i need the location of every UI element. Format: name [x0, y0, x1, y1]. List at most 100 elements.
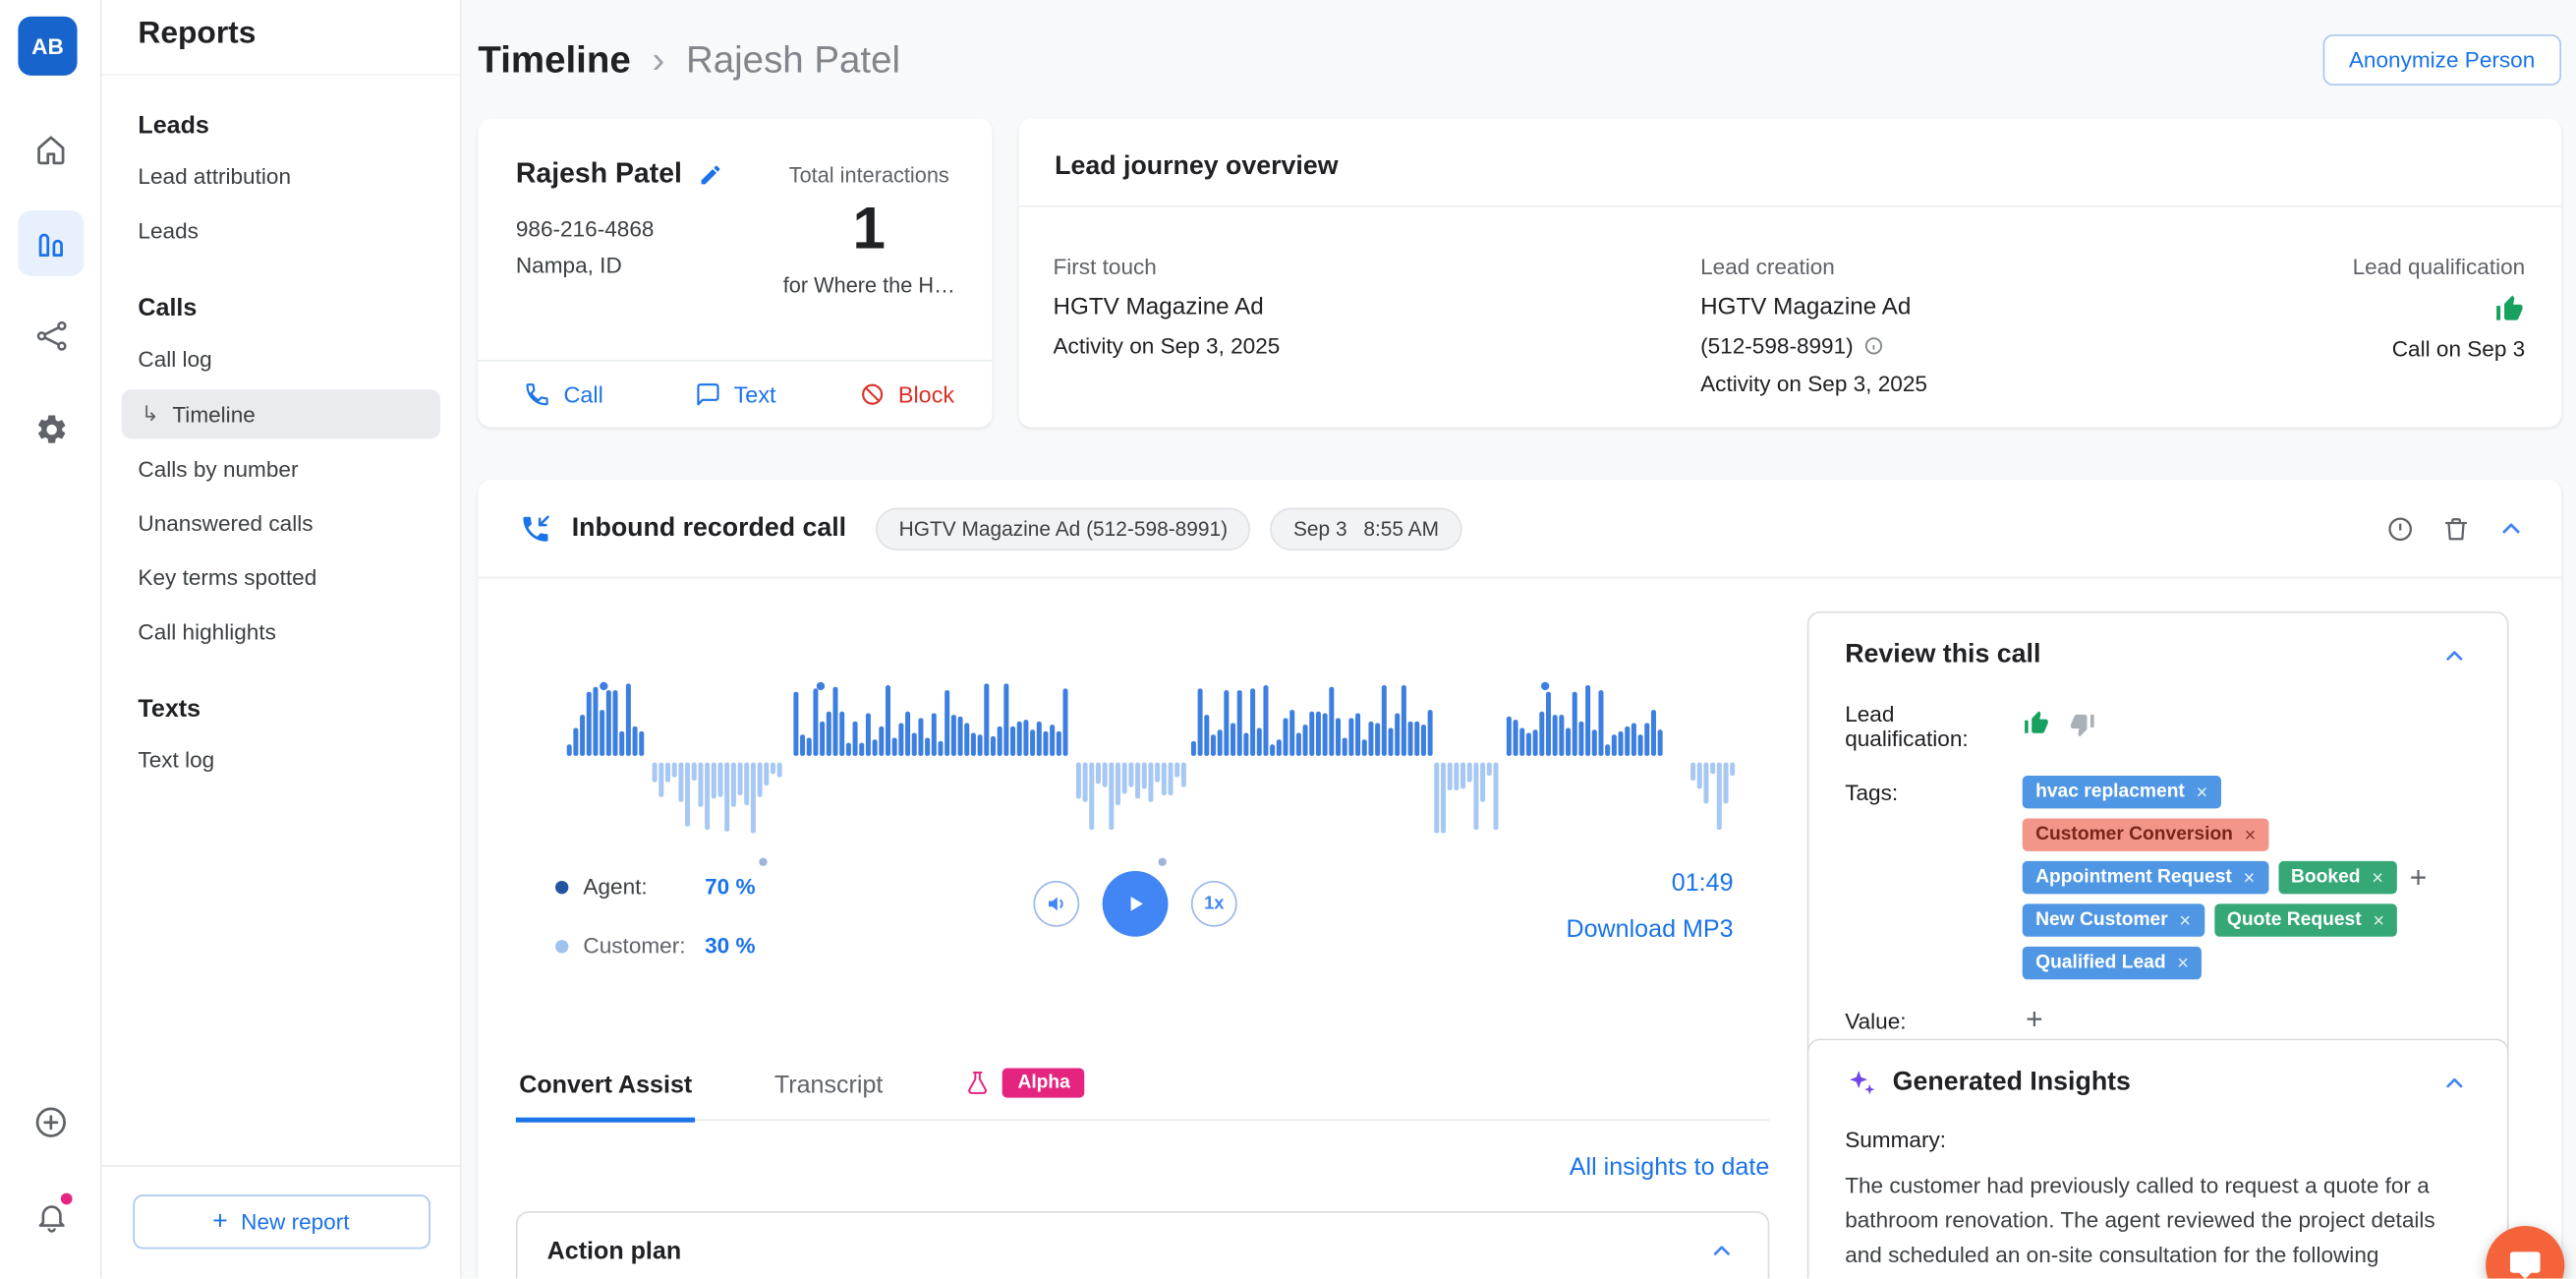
- audio-player-controls: 1x: [1033, 871, 1236, 937]
- lead-creation-number: (512-598-8991): [1700, 333, 1854, 358]
- tag-new-customer[interactable]: New Customer×: [2023, 903, 2204, 936]
- breadcrumb-timeline[interactable]: Timeline: [478, 37, 630, 82]
- settings-gear-icon[interactable]: [18, 396, 84, 462]
- remove-tag-icon[interactable]: ×: [2179, 908, 2191, 931]
- lead-creation-column: Lead creation HGTV Magazine Ad (512-598-…: [1700, 255, 1927, 409]
- reports-icon[interactable]: [18, 210, 84, 276]
- notification-badge-dot: [61, 1193, 73, 1205]
- remove-tag-icon[interactable]: ×: [2372, 866, 2383, 889]
- collapse-chevron-up-icon[interactable]: [2493, 511, 2528, 546]
- avatar[interactable]: AB: [18, 17, 77, 76]
- tag-qualified-lead[interactable]: Qualified Lead×: [2023, 947, 2203, 979]
- qualification-label: Lead qualification:: [1845, 697, 2023, 751]
- block-icon: [859, 381, 886, 408]
- phone-icon: [524, 381, 550, 408]
- edit-pencil-icon[interactable]: [699, 162, 723, 187]
- icon-rail: AB: [0, 0, 102, 1279]
- add-tag-button[interactable]: +: [2406, 863, 2430, 893]
- call-datetime-pill[interactable]: Sep 3 8:55 AM: [1271, 507, 1462, 550]
- play-button[interactable]: [1103, 871, 1169, 937]
- person-name: Rajesh Patel: [516, 157, 682, 190]
- sparkle-icon: [1845, 1067, 1877, 1099]
- review-collapse-icon[interactable]: [2438, 639, 2471, 671]
- agent-percent: 70 %: [705, 874, 755, 899]
- plus-icon: +: [212, 1207, 228, 1237]
- call-source-pill[interactable]: HGTV Magazine Ad (512-598-8991): [876, 507, 1250, 550]
- call-date: Sep 3: [1293, 517, 1347, 540]
- breadcrumb: Timeline › Rajesh Patel: [478, 37, 900, 82]
- customer-legend: Customer: 30 %: [555, 933, 756, 958]
- qualify-thumbs-up-icon[interactable]: [2023, 710, 2050, 737]
- customer-dot-icon: [555, 939, 568, 952]
- waveform-marker-dot: [600, 682, 607, 690]
- agent-legend: Agent: 70 %: [555, 874, 756, 899]
- first-touch-activity: Activity on Sep 3, 2025: [1053, 333, 1280, 358]
- add-circle-icon[interactable]: [18, 1089, 84, 1155]
- action-plan-title: Action plan: [547, 1237, 682, 1264]
- sidebar-item-leads[interactable]: Leads: [102, 203, 460, 258]
- value-label: Value:: [1845, 1004, 2023, 1033]
- thumbs-up-icon: [2353, 294, 2526, 325]
- tab-convert-assist[interactable]: Convert Assist: [516, 1064, 696, 1123]
- action-plan-panel: Action plan 1. Confirm the on-site consu…: [516, 1211, 1769, 1279]
- first-touch-column: First touch HGTV Magazine Ad Activity on…: [1053, 255, 1280, 372]
- waveform[interactable]: [567, 673, 1737, 877]
- tag-quote-request[interactable]: Quote Request×: [2214, 903, 2398, 936]
- new-report-button[interactable]: + New report: [133, 1194, 430, 1249]
- call-button[interactable]: Call: [478, 362, 649, 428]
- sidebar-item-call-highlights[interactable]: Call highlights: [102, 605, 460, 659]
- alpha-badge: Alpha: [1002, 1069, 1085, 1098]
- sidebar-item-lead-attribution[interactable]: Lead attribution: [102, 149, 460, 203]
- total-interactions: Total interactions 1 for Where the H…: [769, 162, 969, 297]
- remove-tag-icon[interactable]: ×: [2245, 823, 2257, 845]
- integrations-icon[interactable]: [18, 303, 84, 369]
- report-problem-icon[interactable]: [2382, 510, 2419, 547]
- delete-trash-icon[interactable]: [2438, 510, 2475, 547]
- add-value-button[interactable]: +: [2023, 1004, 2046, 1033]
- remove-tag-icon[interactable]: ×: [2373, 908, 2384, 931]
- tag-appointment-request[interactable]: Appointment Request×: [2023, 861, 2268, 894]
- inbound-call-icon: [519, 512, 551, 545]
- tag-hvac-replacment[interactable]: hvac replacment×: [2023, 776, 2221, 808]
- home-icon[interactable]: [18, 117, 84, 183]
- sidebar-item-key-terms-spotted[interactable]: Key terms spotted: [102, 551, 460, 605]
- tag-booked[interactable]: Booked×: [2278, 861, 2397, 894]
- action-plan-collapse-icon[interactable]: [1705, 1234, 1738, 1266]
- lead-journey-card: Lead journey overview First touch HGTV M…: [1018, 118, 2561, 427]
- waveform-marker-dot: [759, 858, 767, 866]
- sidebar-item-unanswered-calls[interactable]: Unanswered calls: [102, 496, 460, 551]
- recorded-call-card: Inbound recorded call HGTV Magazine Ad (…: [478, 480, 2561, 1278]
- tab-transcript[interactable]: Transcript: [772, 1064, 887, 1118]
- insights-collapse-icon[interactable]: [2438, 1067, 2471, 1099]
- call-tabs: Convert Assist Transcript Alpha: [516, 1064, 1769, 1122]
- all-insights-link[interactable]: All insights to date: [1570, 1153, 1770, 1181]
- waveform-marker-dot: [817, 682, 825, 690]
- download-mp3-link[interactable]: Download MP3: [1567, 915, 1734, 943]
- block-button[interactable]: Block: [821, 362, 992, 428]
- total-interactions-value: 1: [769, 194, 969, 262]
- sidebar-item-call-log[interactable]: Call log: [102, 332, 460, 386]
- sidebar-item-calls-by-number[interactable]: Calls by number: [102, 442, 460, 496]
- remove-tag-icon[interactable]: ×: [2244, 866, 2256, 889]
- person-card: Rajesh Patel 986-216-4868 Nampa, ID Tota…: [478, 118, 992, 427]
- anonymize-person-button[interactable]: Anonymize Person: [2322, 33, 2561, 85]
- remove-tag-icon[interactable]: ×: [2177, 952, 2189, 974]
- waveform-marker-dot: [1541, 682, 1549, 690]
- qualify-thumbs-down-icon[interactable]: [2069, 710, 2096, 737]
- info-icon[interactable]: [1863, 335, 1885, 357]
- sidebar-item-timeline[interactable]: ↳ Timeline: [122, 389, 440, 438]
- page-header: Timeline › Rajesh Patel Anonymize Person: [478, 0, 2561, 118]
- sidebar-title: Reports: [102, 0, 460, 76]
- text-button[interactable]: Text: [650, 362, 821, 428]
- chat-bubble-icon: [694, 381, 720, 408]
- tags-list: hvac replacment× Customer Conversion× Ap…: [2023, 776, 2471, 979]
- remove-tag-icon[interactable]: ×: [2197, 781, 2208, 803]
- tag-customer-conversion[interactable]: Customer Conversion×: [2023, 818, 2269, 850]
- sidebar-item-text-log[interactable]: Text log: [102, 733, 460, 787]
- summary-text: The customer had previously called to re…: [1845, 1170, 2471, 1278]
- playback-speed-button[interactable]: 1x: [1191, 881, 1237, 927]
- notifications-bell-icon[interactable]: [18, 1184, 84, 1250]
- volume-icon[interactable]: [1033, 881, 1079, 927]
- total-interactions-sub: for Where the H…: [769, 272, 969, 297]
- tags-label: Tags:: [1845, 776, 2023, 979]
